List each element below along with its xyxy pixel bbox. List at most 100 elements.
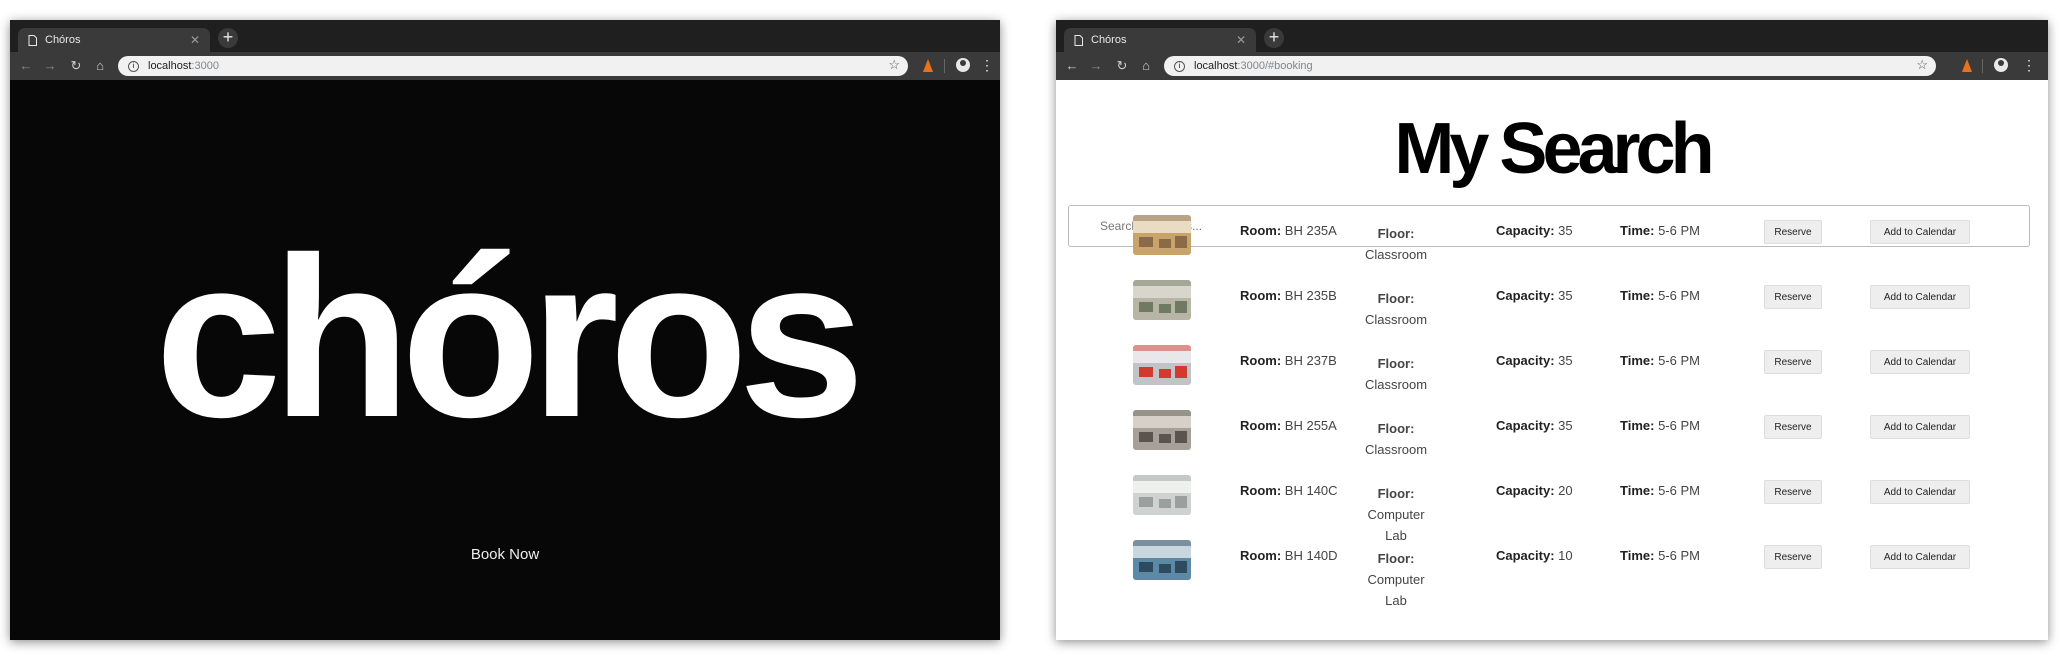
reserve-button[interactable]: Reserve [1764, 545, 1822, 569]
floor-cell: Floor: Computer Lab [1356, 483, 1436, 546]
forward-arrow-icon[interactable]: → [42, 58, 58, 74]
floor-value: Classroom [1364, 312, 1428, 327]
reload-icon[interactable]: ↻ [1114, 58, 1130, 74]
capacity-value: 35 [1558, 353, 1573, 368]
capacity-label: Capacity: [1496, 418, 1555, 433]
info-icon[interactable]: i [128, 60, 139, 72]
room-label: Room: [1240, 418, 1282, 433]
floor-label: Floor: [1377, 551, 1415, 566]
time-value: 5-6 PM [1658, 548, 1700, 563]
room-thumbnail [1133, 280, 1191, 320]
account-icon[interactable] [1994, 58, 2008, 72]
room-label: Room: [1240, 288, 1282, 303]
time-cell: Time: 5-6 PM [1620, 548, 1700, 563]
browser-tab[interactable]: Chóros ✕ [18, 28, 210, 52]
forward-arrow-icon[interactable]: → [1088, 58, 1104, 74]
room-row: Room: BH 235A Floor: Classroom Capacity:… [1056, 215, 2048, 275]
capacity-cell: Capacity: 35 [1496, 353, 1573, 368]
home-icon[interactable]: ⌂ [92, 58, 108, 74]
page-title: My Search [1394, 109, 1714, 189]
add-to-calendar-button[interactable]: Add to Calendar [1870, 285, 1970, 309]
account-icon[interactable] [956, 58, 970, 72]
back-arrow-icon[interactable]: ← [1064, 58, 1080, 74]
capacity-label: Capacity: [1496, 353, 1555, 368]
close-icon[interactable]: ✕ [190, 33, 200, 47]
capacity-value: 20 [1558, 483, 1573, 498]
url-path: :3000/#booking [1237, 60, 1313, 72]
room-value: BH 255A [1284, 418, 1337, 433]
add-to-calendar-button[interactable]: Add to Calendar [1870, 480, 1970, 504]
floor-cell: Floor: Classroom [1356, 353, 1436, 395]
reserve-button[interactable]: Reserve [1764, 480, 1822, 504]
close-icon[interactable]: ✕ [1236, 33, 1246, 47]
room-cell: Room: BH 235B [1240, 288, 1337, 303]
room-cell: Room: BH 140D [1240, 548, 1338, 563]
menu-dots-icon[interactable]: ⋮ [980, 56, 994, 74]
reserve-button[interactable]: Reserve [1764, 350, 1822, 374]
extension-icon[interactable] [923, 59, 933, 72]
reload-icon[interactable]: ↻ [68, 58, 84, 74]
room-value: BH 140D [1284, 548, 1338, 563]
tab-title: Chóros [1091, 34, 1127, 46]
room-row: Room: BH 140D Floor: Computer Lab Capaci… [1056, 540, 2048, 608]
time-cell: Time: 5-6 PM [1620, 418, 1700, 433]
browser-tab[interactable]: Chóros ✕ [1064, 28, 1256, 52]
add-to-calendar-button[interactable]: Add to Calendar [1870, 415, 1970, 439]
room-cell: Room: BH 237B [1240, 353, 1337, 368]
time-label: Time: [1620, 288, 1655, 303]
add-to-calendar-button[interactable]: Add to Calendar [1870, 545, 1970, 569]
time-label: Time: [1620, 353, 1655, 368]
document-icon [1074, 34, 1083, 46]
add-to-calendar-button[interactable]: Add to Calendar [1870, 350, 1970, 374]
star-icon[interactable]: ☆ [888, 57, 900, 73]
capacity-label: Capacity: [1496, 548, 1555, 563]
book-now-link[interactable]: Book Now [10, 546, 1000, 563]
address-bar[interactable]: i localhost:3000 ☆ [118, 56, 908, 76]
room-row: Room: BH 237B Floor: Classroom Capacity:… [1056, 345, 2048, 405]
room-thumbnail [1133, 215, 1191, 255]
hero-wordmark: chóros [154, 211, 865, 465]
reserve-button[interactable]: Reserve [1764, 415, 1822, 439]
plus-icon[interactable]: + [1264, 28, 1284, 48]
home-icon[interactable]: ⌂ [1138, 58, 1154, 74]
capacity-label: Capacity: [1496, 288, 1555, 303]
menu-dots-icon[interactable]: ⋮ [2022, 56, 2036, 74]
add-to-calendar-button[interactable]: Add to Calendar [1870, 220, 1970, 244]
address-bar[interactable]: i localhost:3000/#booking ☆ [1164, 56, 1936, 76]
room-label: Room: [1240, 483, 1282, 498]
room-cell: Room: BH 235A [1240, 223, 1337, 238]
room-value: BH 140C [1284, 483, 1338, 498]
floor-cell: Floor: Classroom [1356, 223, 1436, 265]
info-icon[interactable]: i [1174, 60, 1185, 72]
room-label: Room: [1240, 353, 1282, 368]
room-value: BH 235B [1284, 288, 1337, 303]
tab-title: Chóros [45, 34, 81, 46]
floor-label: Floor: [1377, 356, 1415, 371]
back-arrow-icon[interactable]: ← [18, 58, 34, 74]
star-icon[interactable]: ☆ [1916, 57, 1928, 73]
plus-icon[interactable]: + [218, 28, 238, 48]
booking-page: My Search Search for rooms... Room: BH 2… [1056, 80, 2048, 640]
time-label: Time: [1620, 418, 1655, 433]
url-path: :3000 [191, 60, 219, 72]
room-thumbnail [1133, 345, 1191, 385]
floor-value: Classroom [1364, 442, 1428, 457]
url-host: localhost [148, 60, 192, 72]
extension-icon[interactable] [1962, 59, 1972, 72]
time-cell: Time: 5-6 PM [1620, 353, 1700, 368]
room-row: Room: BH 140C Floor: Computer Lab Capaci… [1056, 475, 2048, 543]
toolbar-separator [1982, 59, 1983, 73]
capacity-cell: Capacity: 35 [1496, 288, 1573, 303]
capacity-cell: Capacity: 35 [1496, 418, 1573, 433]
browser-window-booking: Chóros ✕ + ← → ↻ ⌂ i localhost:3000/#boo… [1056, 20, 2048, 640]
floor-label: Floor: [1377, 486, 1415, 501]
room-thumbnail [1133, 540, 1191, 580]
browser-window-landing: Chóros ✕ + ← → ↻ ⌂ i localhost:3000 ☆ ⋮ … [10, 20, 1000, 640]
room-label: Room: [1240, 548, 1282, 563]
document-icon [28, 34, 37, 46]
time-label: Time: [1620, 548, 1655, 563]
reserve-button[interactable]: Reserve [1764, 285, 1822, 309]
reserve-button[interactable]: Reserve [1764, 220, 1822, 244]
capacity-value: 35 [1558, 288, 1573, 303]
floor-value: Computer Lab [1367, 572, 1425, 608]
